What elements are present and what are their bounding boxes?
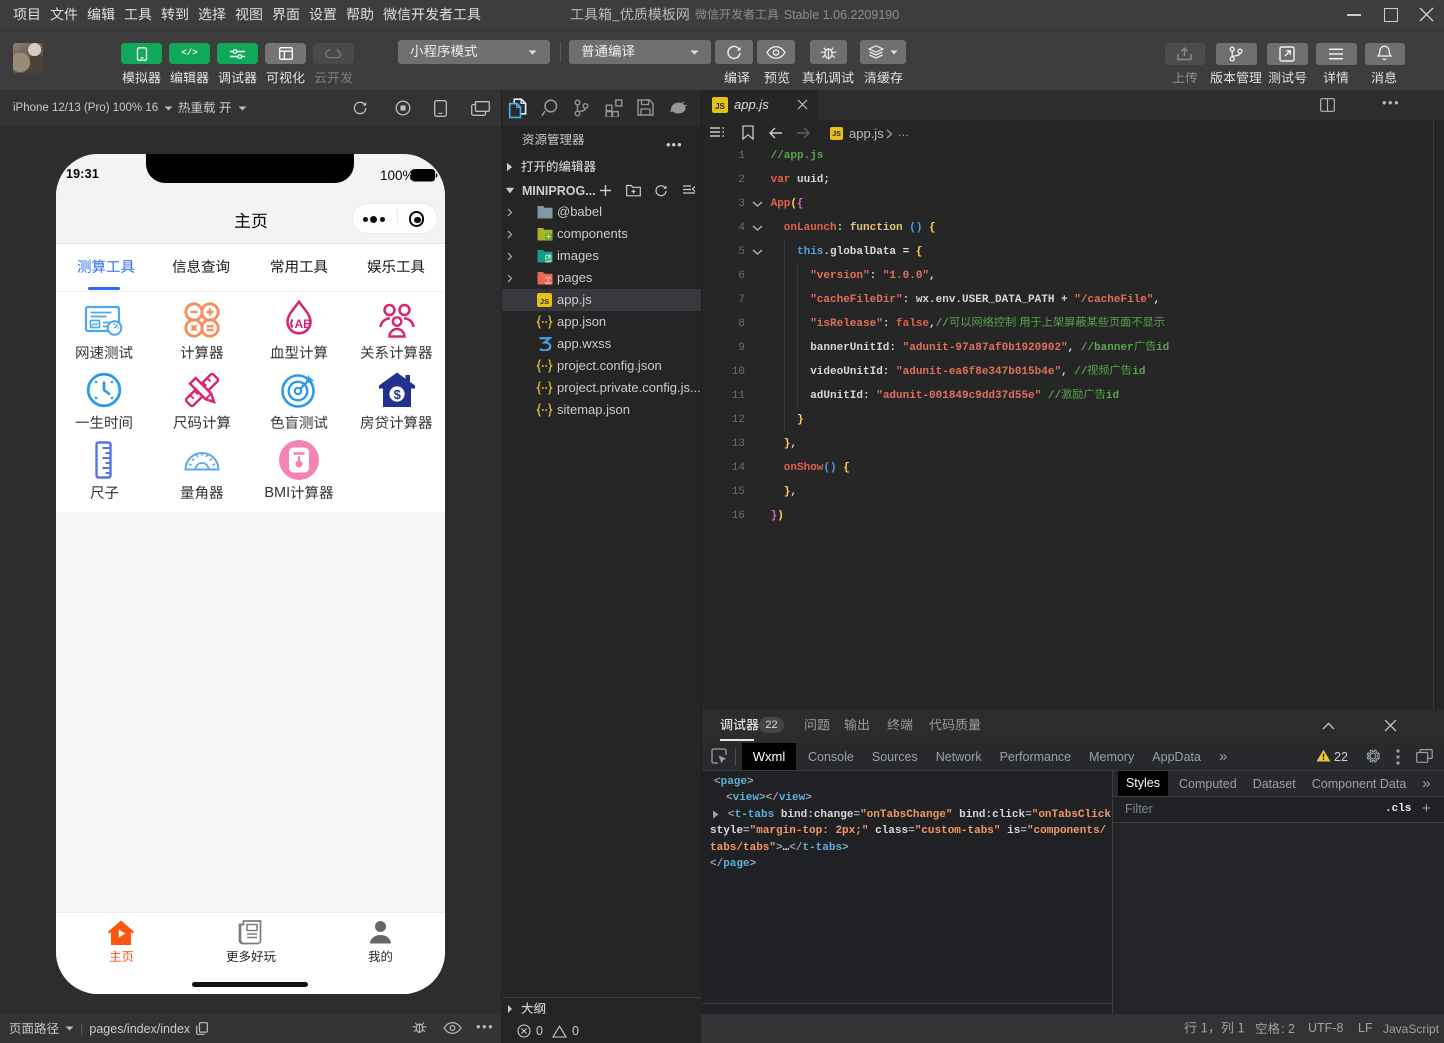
svg-text:$: $ (393, 387, 401, 402)
svg-text:AB: AB (295, 317, 313, 331)
